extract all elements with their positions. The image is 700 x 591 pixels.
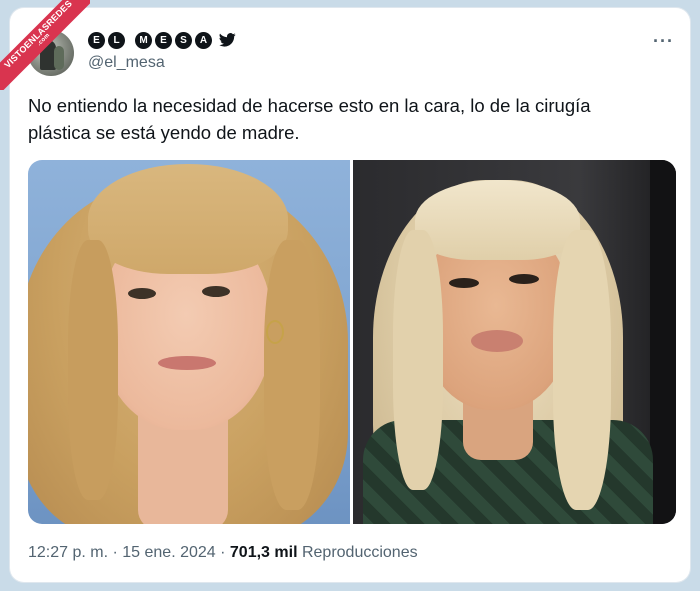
dark-edge bbox=[650, 160, 676, 524]
separator: · bbox=[215, 544, 230, 561]
tweet-card: E L M E S A @el_mesa ··· No entiendo la … bbox=[10, 8, 690, 582]
name-letter: E bbox=[88, 31, 105, 49]
display-name[interactable]: E L M E S A bbox=[88, 30, 236, 50]
tweet-text: No entiendo la necesidad de hacerse esto… bbox=[28, 95, 591, 143]
hair-top bbox=[88, 164, 288, 274]
more-options-icon[interactable]: ··· bbox=[653, 32, 674, 50]
hair-left-strand bbox=[393, 230, 443, 490]
watermark-subtext: .com bbox=[36, 32, 52, 48]
separator: · bbox=[108, 544, 123, 561]
hair-right-strand bbox=[553, 230, 611, 510]
watermark-text: VISTOENLASREDES bbox=[2, 0, 75, 71]
hair-left-strand bbox=[68, 240, 118, 500]
photo-left[interactable]: ET bbox=[28, 160, 350, 524]
name-letter: S bbox=[175, 31, 192, 49]
name-letter: A bbox=[195, 31, 212, 49]
twitter-bird-icon bbox=[219, 33, 236, 47]
watermark-ribbon: VISTOENLASREDES .com bbox=[0, 0, 90, 90]
earring bbox=[266, 320, 284, 344]
left-eye bbox=[449, 278, 479, 288]
lips bbox=[158, 356, 216, 370]
photo-right[interactable] bbox=[353, 160, 676, 524]
hair-top bbox=[415, 180, 580, 260]
left-eye bbox=[128, 288, 156, 299]
tweet-media[interactable]: ET bbox=[28, 160, 676, 524]
name-letter: M bbox=[135, 31, 152, 49]
tweet-metadata: 12:27 p. m. · 15 ene. 2024 · 701,3 mil R… bbox=[28, 544, 418, 562]
author-handle[interactable]: @el_mesa bbox=[88, 54, 165, 72]
tweet-time[interactable]: 12:27 p. m. bbox=[28, 544, 108, 561]
hair-right-strand bbox=[264, 240, 320, 510]
lips bbox=[471, 330, 523, 352]
right-eye bbox=[509, 274, 539, 284]
name-letter: E bbox=[155, 31, 172, 49]
tweet-date[interactable]: 15 ene. 2024 bbox=[122, 544, 215, 561]
views-count: 701,3 mil bbox=[229, 544, 298, 561]
name-letter: L bbox=[108, 31, 125, 49]
right-eye bbox=[202, 286, 230, 297]
watermark-band: VISTOENLASREDES .com bbox=[0, 0, 90, 90]
views-label: Reproducciones bbox=[297, 544, 418, 561]
